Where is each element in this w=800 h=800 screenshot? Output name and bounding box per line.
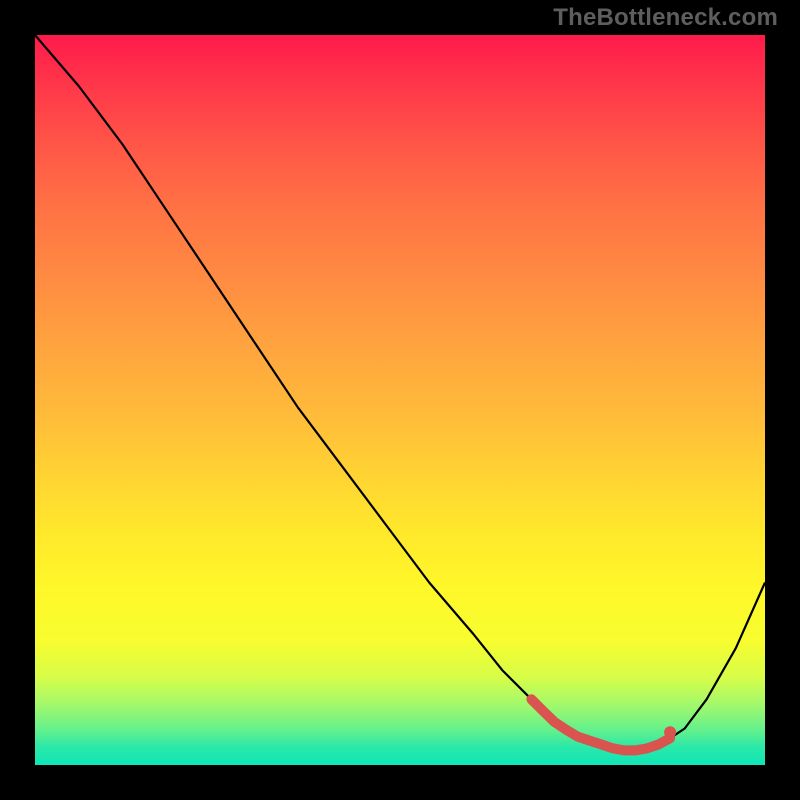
optimal-range-highlight [531,699,670,750]
plot-area [35,35,765,765]
watermark-text: TheBottleneck.com [553,4,778,32]
bottleneck-curve [35,35,765,750]
curve-layer [35,35,765,765]
chart-container: TheBottleneck.com [0,0,800,800]
highlight-end-dot [664,726,676,738]
